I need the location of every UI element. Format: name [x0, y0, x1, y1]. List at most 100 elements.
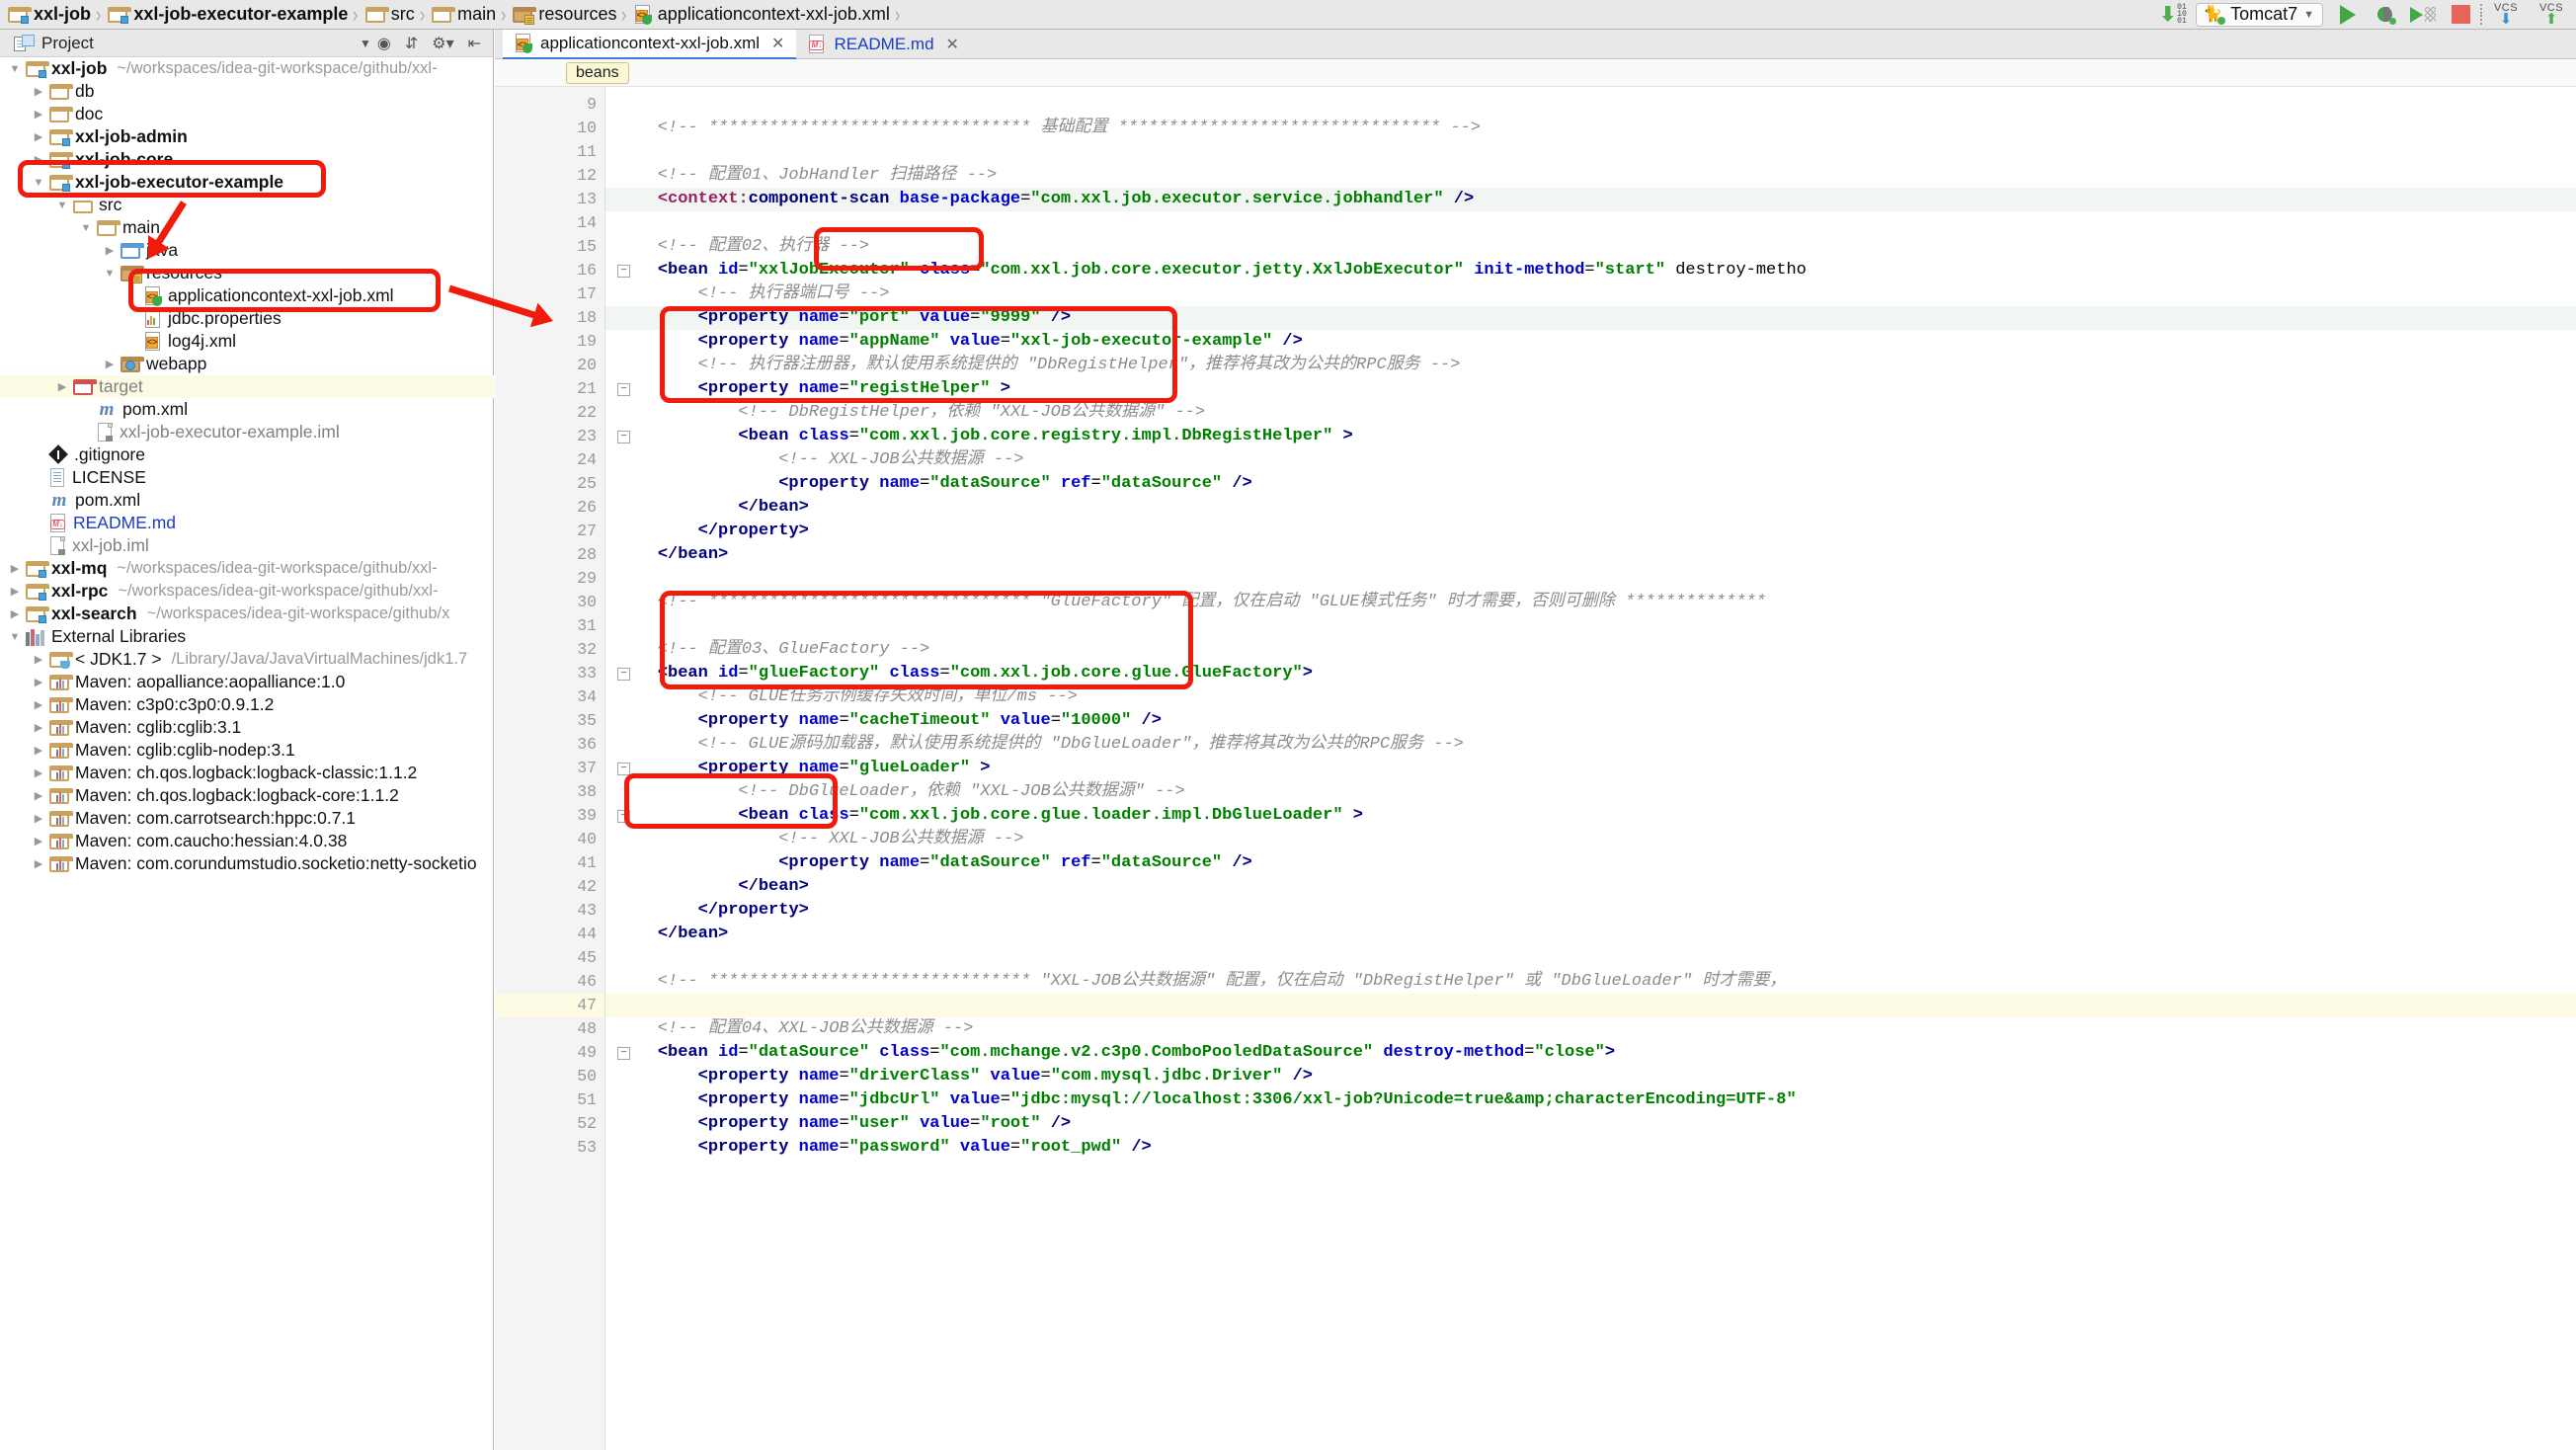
tree-twisty-closed-icon[interactable]: [28, 835, 49, 847]
tree-twisty-closed-icon[interactable]: [99, 358, 121, 370]
code-line[interactable]: <!-- DbRegistHelper，依赖 "XXL-JOB公共数据源" --…: [605, 401, 2576, 425]
code-line[interactable]: <!-- DbGlueLoader，依赖 "XXL-JOB公共数据源" -->: [605, 780, 2576, 804]
vcs-update-button[interactable]: VCS ⬇: [2483, 0, 2529, 30]
code-line[interactable]: </bean>: [605, 543, 2576, 567]
tree-twisty-closed-icon[interactable]: [4, 585, 26, 598]
code-line[interactable]: <bean id="dataSource" class="com.mchange…: [605, 1041, 2576, 1065]
tree-twisty-closed-icon[interactable]: [28, 108, 49, 121]
tree-twisty-closed-icon[interactable]: [99, 244, 121, 257]
tree-row[interactable]: db: [0, 80, 494, 103]
tree-twisty-open-icon[interactable]: [4, 631, 26, 643]
coverage-button[interactable]: [2404, 0, 2442, 30]
debug-button[interactable]: [2367, 0, 2404, 30]
code-line[interactable]: <property name="appName" value="xxl-job-…: [605, 330, 2576, 354]
code-line[interactable]: <!-- XXL-JOB公共数据源 -->: [605, 828, 2576, 851]
code-line[interactable]: <!-- 配置02、执行器 -->: [605, 235, 2576, 259]
tree-twisty-closed-icon[interactable]: [28, 698, 49, 711]
tree-row[interactable]: webapp: [0, 353, 494, 375]
tree-twisty-closed-icon[interactable]: [28, 789, 49, 802]
breadcrumb-item-xxl-job-executor-example[interactable]: xxl-job-executor-example: [104, 1, 350, 29]
breadcrumb-item-main[interactable]: main: [428, 1, 498, 29]
code-line[interactable]: [605, 211, 2576, 235]
tree-twisty-open-icon[interactable]: [28, 177, 49, 189]
tree-twisty-closed-icon[interactable]: [4, 562, 26, 575]
tree-row[interactable]: Maven: aopalliance:aopalliance:1.0: [0, 671, 494, 693]
tree-row[interactable]: M↓ README.md: [0, 512, 494, 534]
breadcrumb-item-applicationcontext-xxl-job-xml[interactable]: <> applicationcontext-xxl-job.xml: [630, 1, 892, 29]
code-line[interactable]: [605, 93, 2576, 117]
code-line[interactable]: <!-- 执行器端口号 -->: [605, 282, 2576, 306]
tree-row[interactable]: <> applicationcontext-xxl-job.xml: [0, 284, 494, 307]
code-line[interactable]: <!-- 执行器注册器，默认使用系统提供的 "DbRegistHelper"，推…: [605, 354, 2576, 377]
tree-twisty-open-icon[interactable]: [4, 63, 26, 75]
tree-row[interactable]: main: [0, 216, 494, 239]
code-line[interactable]: <property name="registHelper" >: [605, 377, 2576, 401]
code-line[interactable]: <property name="user" value="root" />: [605, 1112, 2576, 1136]
locate-icon[interactable]: ◉: [377, 34, 391, 53]
code-line[interactable]: <property name="driverClass" value="com.…: [605, 1065, 2576, 1088]
tree-row[interactable]: jdbc.properties: [0, 307, 494, 330]
tree-row[interactable]: Maven: com.caucho:hessian:4.0.38: [0, 830, 494, 852]
tree-twisty-open-icon[interactable]: [99, 268, 121, 280]
code-line[interactable]: <!-- 配置03、GlueFactory -->: [605, 638, 2576, 662]
code-line[interactable]: <bean id="glueFactory" class="com.xxl.jo…: [605, 662, 2576, 685]
tree-row[interactable]: LICENSE: [0, 466, 494, 489]
code-line[interactable]: <!-- ******************************** "G…: [605, 591, 2576, 614]
code-line[interactable]: <property name="dataSource" ref="dataSou…: [605, 472, 2576, 496]
code-line[interactable]: [605, 994, 2576, 1017]
code-line[interactable]: </property>: [605, 520, 2576, 543]
stop-button[interactable]: [2442, 0, 2479, 30]
code-line[interactable]: </bean>: [605, 875, 2576, 899]
tree-twisty-closed-icon[interactable]: [28, 153, 49, 166]
code-line[interactable]: [605, 567, 2576, 591]
code-line[interactable]: <!-- ******************************** "X…: [605, 970, 2576, 994]
tree-row[interactable]: xxl-job-admin: [0, 125, 494, 148]
tree-twisty-closed-icon[interactable]: [28, 766, 49, 779]
tree-twisty-closed-icon[interactable]: [28, 812, 49, 825]
tree-row[interactable]: Maven: cglib:cglib-nodep:3.1: [0, 739, 494, 762]
tree-row[interactable]: m pom.xml: [0, 489, 494, 512]
code-line[interactable]: <bean class="com.xxl.job.core.registry.i…: [605, 425, 2576, 448]
code-line[interactable]: [605, 614, 2576, 638]
editor-tab[interactable]: M↓ README.md ✕: [796, 30, 970, 59]
tree-row[interactable]: Maven: com.carrotsearch:hppc:0.7.1: [0, 807, 494, 830]
tree-row[interactable]: Maven: c3p0:c3p0:0.9.1.2: [0, 693, 494, 716]
tree-row[interactable]: xxl-job ~/workspaces/idea-git-workspace/g…: [0, 57, 494, 80]
tree-twisty-open-icon[interactable]: [75, 222, 97, 234]
tree-row[interactable]: .gitignore: [0, 443, 494, 466]
settings-icon[interactable]: ⚙▾: [432, 34, 453, 53]
tree-row[interactable]: xxl-job-executor-example: [0, 171, 494, 194]
code-line[interactable]: <!-- XXL-JOB公共数据源 -->: [605, 448, 2576, 472]
breadcrumb-item-resources[interactable]: resources: [509, 1, 618, 29]
code-line[interactable]: </bean>: [605, 496, 2576, 520]
tree-row[interactable]: < JDK1.7 > /Library/Java/JavaVirtualMachi…: [0, 648, 494, 671]
vcs-commit-button[interactable]: VCS ⬆: [2529, 0, 2574, 30]
tree-twisty-closed-icon[interactable]: [28, 130, 49, 143]
code-text[interactable]: <!-- ******************************** 基础…: [605, 87, 2576, 1450]
tree-row[interactable]: java: [0, 239, 494, 262]
chevron-down-icon[interactable]: ▼: [360, 37, 377, 50]
tree-row[interactable]: Maven: com.corundumstudio.socketio:netty…: [0, 852, 494, 875]
code-editor[interactable]: 9 10 11 12 13 14 15 16− 17 18 19 20 21− 22 23− 24 25 26 27…: [495, 87, 2576, 1450]
hide-icon[interactable]: ⇤: [468, 34, 481, 53]
code-line[interactable]: <property name="password" value="root_pw…: [605, 1136, 2576, 1160]
tree-twisty-closed-icon[interactable]: [4, 607, 26, 620]
code-line[interactable]: <bean id="xxlJobExecutor" class="com.xxl…: [605, 259, 2576, 282]
tree-row[interactable]: resources: [0, 262, 494, 284]
code-line[interactable]: <bean class="com.xxl.job.core.glue.loade…: [605, 804, 2576, 828]
tree-twisty-closed-icon[interactable]: [28, 721, 49, 734]
tree-row[interactable]: xxl-search ~/workspaces/idea-git-workspac…: [0, 603, 494, 625]
editor-tab[interactable]: <> applicationcontext-xxl-job.xml ✕: [503, 30, 797, 59]
code-line[interactable]: <context:component-scan base-package="co…: [605, 188, 2576, 211]
tree-twisty-closed-icon[interactable]: [28, 857, 49, 870]
tree-row[interactable]: External Libraries: [0, 625, 494, 648]
code-line[interactable]: [605, 140, 2576, 164]
code-line[interactable]: <property name="glueLoader" >: [605, 757, 2576, 780]
project-tree[interactable]: xxl-job ~/workspaces/idea-git-workspace/g…: [0, 57, 494, 1450]
close-icon[interactable]: ✕: [946, 35, 959, 54]
tree-row[interactable]: src: [0, 194, 494, 216]
tree-row[interactable]: Maven: ch.qos.logback:logback-classic:1.…: [0, 762, 494, 784]
code-line[interactable]: [605, 946, 2576, 970]
code-line[interactable]: <!-- 配置04、XXL-JOB公共数据源 -->: [605, 1017, 2576, 1041]
collapse-all-icon[interactable]: ⇵: [405, 34, 418, 53]
